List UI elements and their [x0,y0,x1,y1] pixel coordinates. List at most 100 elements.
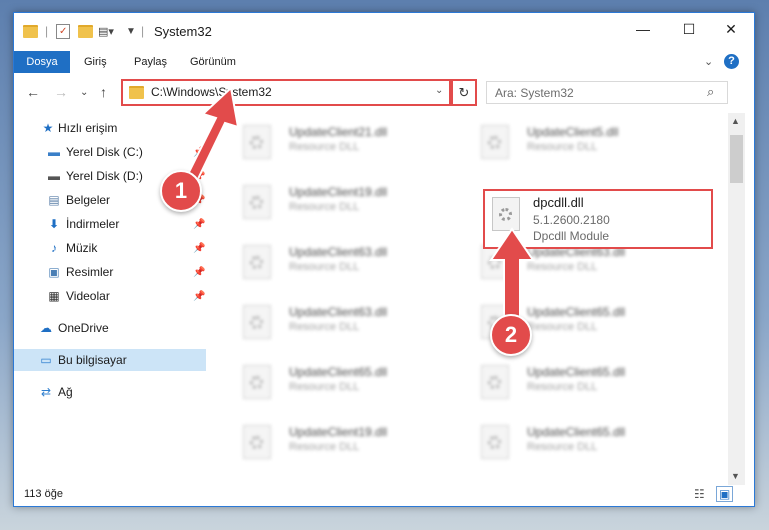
title-bar: | ✓ ▤▾ ▼ | System32 — ☐ ✕ [14,13,754,51]
search-input[interactable]: Ara: System32 ⌕ [486,81,728,104]
scroll-up-icon[interactable]: ▲ [731,116,740,126]
pin-icon[interactable]: 📌 [193,147,205,158]
help-icon[interactable]: ? [724,54,739,69]
maximize-button[interactable]: ☐ [666,13,712,45]
scroll-down-icon[interactable]: ▼ [731,471,740,481]
file-list: UpdateClient21.dll Resource DLL UpdateCl… [221,113,728,485]
qa-separator-2: | [141,24,145,38]
dll-file-icon [481,425,509,459]
nav-this-pc[interactable]: ▭ Bu bilgisayar [14,349,206,371]
folder-icon[interactable] [23,22,38,40]
file-version: 5.1.2600.2180 [533,213,610,227]
nav-local-disk-c[interactable]: ▬ Yerel Disk (C:) 📌 [14,141,206,163]
status-bar: 113 öğe ☷ ▣ [14,485,754,506]
file-name: UpdateClient63.dll [289,305,388,319]
tab-share[interactable]: Paylaş [124,51,177,73]
nav-label: Hızlı erişim [58,121,118,135]
minimize-button[interactable]: — [620,13,666,45]
dll-file-icon [243,425,271,459]
nav-downloads[interactable]: ⬇ İndirmeler 📌 [14,213,206,235]
address-path: C:\Windows\System32 [151,85,272,99]
window-title: System32 [154,24,212,39]
view-details-icon[interactable]: ▤▾ [98,22,114,40]
list-item[interactable]: UpdateClient19.dll Resource DLL [235,415,455,467]
search-placeholder: Ara: System32 [495,86,574,100]
address-dropdown-icon[interactable]: ⌄ [435,85,443,96]
file-name: UpdateClient65.dll [527,305,626,319]
file-description: Resource DLL [289,201,360,213]
list-item[interactable]: UpdateClient65.dll Resource DLL [235,355,455,407]
file-description: Resource DLL [527,141,598,153]
pin-icon[interactable]: 📌 [193,243,205,254]
file-description: Resource DLL [527,261,598,273]
refresh-button[interactable]: ↻ [451,79,477,106]
pin-icon[interactable]: 📌 [193,291,205,302]
music-icon: ♪ [51,241,57,255]
documents-icon: ▤ [48,193,60,207]
tab-home[interactable]: Giriş [74,51,117,73]
nav-label: Yerel Disk (D:) [66,169,143,183]
step-badge-1: 1 [160,170,202,212]
file-name: UpdateClient19.dll [289,425,388,439]
nav-videos[interactable]: ▦ Videolar 📌 [14,285,206,307]
list-item[interactable]: UpdateClient5.dll Resource DLL [473,115,693,167]
nav-music[interactable]: ♪ Müzik 📌 [14,237,206,259]
cloud-icon: ☁ [40,321,52,335]
dll-file-icon [243,125,271,159]
recent-locations-icon[interactable]: ⌄ [80,87,88,98]
pictures-icon: ▣ [48,265,60,279]
back-arrow-icon[interactable]: ← [26,84,40,100]
file-name: UpdateClient65.dll [527,365,626,379]
ribbon-collapse-icon[interactable]: ⌄ [694,51,723,73]
file-description: Resource DLL [527,321,598,333]
address-row: ← → ⌄ ↑ C:\Windows\System32 ⌄ ↻ Ara: Sys… [14,76,754,108]
item-count: 113 öğe [24,488,63,500]
list-item[interactable]: UpdateClient19.dll Resource DLL [235,175,455,227]
dll-file-icon [492,197,520,231]
nav-quick-access[interactable]: ★ Hızlı erişim [14,117,206,139]
list-item[interactable]: UpdateClient63.dll Resource DLL [235,235,455,287]
explorer-window: | ✓ ▤▾ ▼ | System32 — ☐ ✕ Dosya Giriş Pa… [13,12,755,507]
properties-icon[interactable]: ✓ [56,22,70,40]
qa-separator: | [45,24,49,38]
address-bar[interactable]: C:\Windows\System32 ⌄ [121,79,451,106]
dll-file-icon [243,245,271,279]
target-file-dpcdll[interactable]: dpcdll.dll 5.1.2600.2180 Dpcdll Module [483,189,713,249]
search-icon[interactable]: ⌕ [707,84,714,100]
navigation-pane: ★ Hızlı erişim ▬ Yerel Disk (C:) 📌 ▬ Yer… [14,113,209,485]
nav-label: Yerel Disk (C:) [66,145,143,159]
details-view-icon[interactable]: ☷ [694,487,705,501]
nav-label: Ağ [58,385,73,399]
forward-arrow-icon[interactable]: → [54,84,68,100]
nav-label: Resimler [66,265,114,279]
dll-file-icon [243,185,271,219]
list-item[interactable]: UpdateClient65.dll Resource DLL [473,355,693,407]
dll-file-icon [481,125,509,159]
file-name: UpdateClient5.dll [527,125,619,139]
nav-pictures[interactable]: ▣ Resimler 📌 [14,261,206,283]
file-name: dpcdll.dll [533,195,584,210]
list-item[interactable]: UpdateClient21.dll Resource DLL [235,115,455,167]
large-icons-view-icon[interactable]: ▣ [716,486,734,502]
nav-onedrive[interactable]: ☁ OneDrive [14,317,206,339]
pin-icon[interactable]: 📌 [193,219,205,230]
pin-icon[interactable]: 📌 [193,267,205,278]
file-description: Resource DLL [527,441,598,453]
file-description: Resource DLL [289,381,360,393]
list-item[interactable]: UpdateClient63.dll Resource DLL [235,295,455,347]
list-item[interactable]: UpdateClient65.dll Resource DLL [473,415,693,467]
up-arrow-icon[interactable]: ↑ [100,84,107,100]
drive-icon: ▬ [48,145,60,159]
new-folder-icon[interactable] [78,22,93,40]
tab-view[interactable]: Görünüm [180,51,246,73]
file-name: UpdateClient65.dll [527,425,626,439]
scrollbar-thumb[interactable] [730,135,743,183]
tab-file[interactable]: Dosya [14,51,70,73]
nav-network[interactable]: ⇄ Ağ [14,381,206,403]
close-button[interactable]: ✕ [708,13,754,45]
vertical-scrollbar[interactable]: ▲ ▼ [728,113,745,485]
customize-qa-icon[interactable]: ▼ [126,22,136,40]
file-description: Resource DLL [289,261,360,273]
nav-label: Bu bilgisayar [58,353,127,367]
computer-icon: ▭ [40,353,52,367]
